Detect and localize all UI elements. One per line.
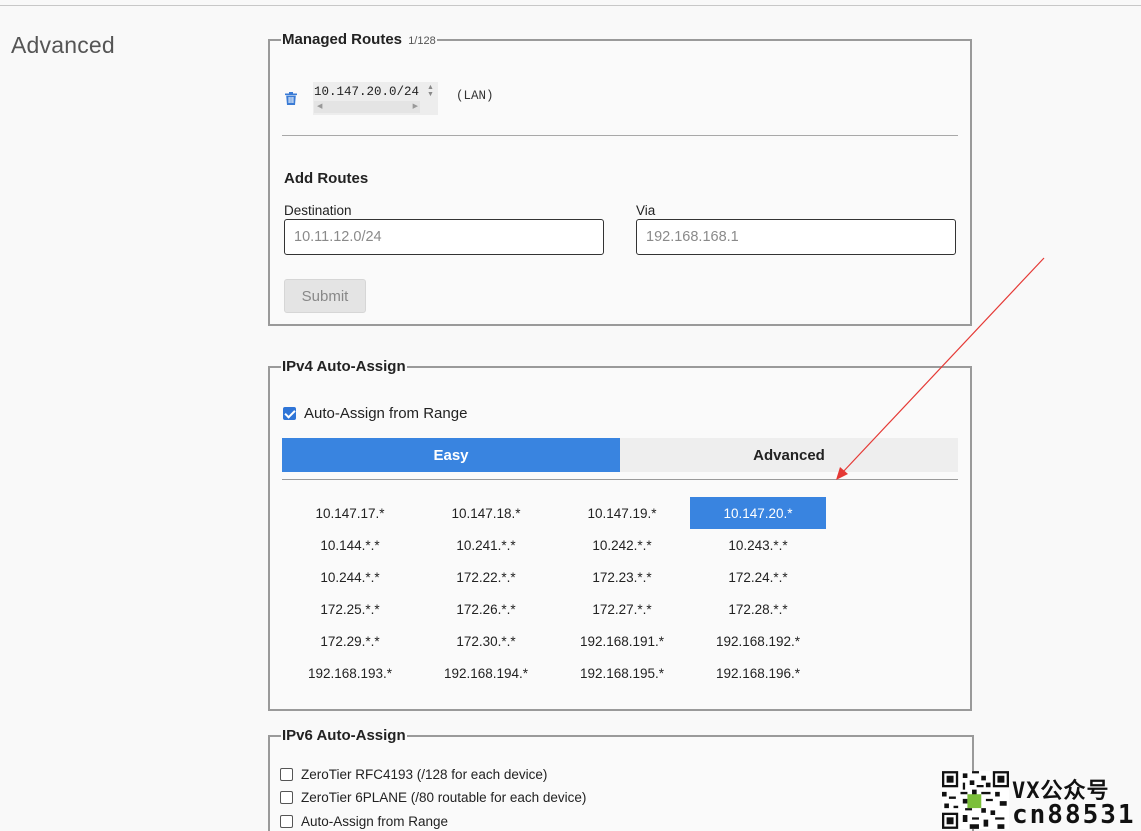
ip-range-option[interactable]: 10.242.*.* bbox=[554, 529, 690, 561]
top-divider bbox=[0, 5, 1141, 6]
ip-range-option[interactable]: 172.29.*.* bbox=[282, 625, 418, 657]
ipv4-auto-assign-label: Auto-Assign from Range bbox=[304, 405, 468, 422]
managed-routes-panel: Managed Routes 1/128 10.147.20.0/24 ▲ ▼ ◀… bbox=[268, 31, 972, 326]
ipv4-auto-assign-option[interactable]: Auto-Assign from Range bbox=[283, 405, 467, 422]
ip-range-option[interactable]: 172.30.*.* bbox=[418, 625, 554, 657]
ip-range-option[interactable]: 192.168.194.* bbox=[418, 657, 554, 689]
via-input[interactable] bbox=[636, 219, 956, 255]
ipv4-auto-assign-panel: IPv4 Auto-Assign Auto-Assign from Range … bbox=[268, 358, 972, 711]
ip-range-option[interactable]: 192.168.192.* bbox=[690, 625, 826, 657]
tab-easy[interactable]: Easy bbox=[282, 438, 620, 472]
qr-code bbox=[942, 771, 1009, 829]
ipv6-legend: IPv6 Auto-Assign bbox=[282, 727, 406, 744]
ip-range-option[interactable]: 172.23.*.* bbox=[554, 561, 690, 593]
ipv6-option-6plane[interactable]: ZeroTier 6PLANE (/80 routable for each d… bbox=[280, 790, 586, 805]
ip-range-option[interactable]: 172.25.*.* bbox=[282, 593, 418, 625]
ip-range-option[interactable]: 10.241.*.* bbox=[418, 529, 554, 561]
submit-button[interactable]: Submit bbox=[284, 279, 366, 313]
ip-range-option[interactable]: 10.244.*.* bbox=[282, 561, 418, 593]
horizontal-scrollbar[interactable]: ◀ ▶ bbox=[314, 101, 420, 113]
ipv6-option-range[interactable]: Auto-Assign from Range bbox=[280, 814, 448, 829]
section-title: Advanced bbox=[11, 32, 115, 58]
route-via: (LAN) bbox=[456, 89, 494, 103]
6plane-checkbox[interactable] bbox=[280, 791, 293, 804]
ip-range-option[interactable]: 192.168.191.* bbox=[554, 625, 690, 657]
ip-range-option[interactable]: 10.147.19.* bbox=[554, 497, 690, 529]
ip-range-option[interactable]: 172.24.*.* bbox=[690, 561, 826, 593]
destination-label: Destination bbox=[284, 203, 352, 218]
tab-advanced[interactable]: Advanced bbox=[620, 438, 958, 472]
tabs-divider bbox=[282, 479, 958, 480]
ip-range-grid: 10.147.17.* 10.147.18.* 10.147.19.* 10.147.… bbox=[282, 497, 826, 689]
destination-input[interactable] bbox=[284, 219, 604, 255]
ipv4-legend: IPv4 Auto-Assign bbox=[282, 358, 406, 375]
ip-range-option[interactable]: 172.27.*.* bbox=[554, 593, 690, 625]
ip-range-option[interactable]: 172.28.*.* bbox=[690, 593, 826, 625]
watermark-line2: cn88531 bbox=[1012, 800, 1136, 830]
watermark: VX公众号 cn88531 bbox=[942, 769, 1141, 831]
ipv4-auto-assign-checkbox[interactable] bbox=[283, 407, 296, 420]
route-target-field[interactable]: 10.147.20.0/24 ▲ ▼ ◀ ▶ bbox=[313, 82, 438, 115]
routes-divider bbox=[282, 135, 958, 136]
ip-range-option[interactable]: 10.144.*.* bbox=[282, 529, 418, 561]
route-count: 1/128 bbox=[408, 35, 436, 47]
add-routes-title: Add Routes bbox=[284, 170, 369, 187]
managed-routes-legend: Managed Routes 1/128 bbox=[281, 31, 437, 48]
ipv6-range-label: Auto-Assign from Range bbox=[301, 814, 449, 829]
route-target: 10.147.20.0/24 bbox=[314, 85, 420, 99]
ipv6-range-checkbox[interactable] bbox=[280, 815, 293, 828]
rfc4193-label: ZeroTier RFC4193 (/128 for each device) bbox=[301, 767, 548, 782]
scroll-left-icon[interactable]: ◀ bbox=[317, 102, 322, 110]
ip-range-option[interactable]: 10.147.17.* bbox=[282, 497, 418, 529]
spinner-icon[interactable]: ▲ ▼ bbox=[426, 84, 435, 99]
route-row: 10.147.20.0/24 ▲ ▼ ◀ ▶ (LAN) bbox=[284, 78, 544, 118]
managed-routes-title: Managed Routes bbox=[282, 31, 403, 48]
6plane-label: ZeroTier 6PLANE (/80 routable for each d… bbox=[301, 790, 587, 805]
ip-range-option[interactable]: 10.147.20.* bbox=[690, 497, 826, 529]
ipv6-auto-assign-panel: IPv6 Auto-Assign ZeroTier RFC4193 (/128 … bbox=[268, 727, 974, 831]
ip-range-option[interactable]: 192.168.195.* bbox=[554, 657, 690, 689]
scroll-right-icon[interactable]: ▶ bbox=[413, 102, 418, 110]
ip-range-option[interactable]: 192.168.196.* bbox=[690, 657, 826, 689]
trash-icon[interactable] bbox=[285, 92, 297, 105]
ip-range-option[interactable]: 192.168.193.* bbox=[282, 657, 418, 689]
assign-mode-tabs: Easy Advanced bbox=[282, 438, 958, 472]
rfc4193-checkbox[interactable] bbox=[280, 768, 293, 781]
ip-range-option[interactable]: 172.26.*.* bbox=[418, 593, 554, 625]
ip-range-option[interactable]: 172.22.*.* bbox=[418, 561, 554, 593]
via-label: Via bbox=[636, 203, 656, 218]
ip-range-option[interactable]: 10.147.18.* bbox=[418, 497, 554, 529]
ip-range-option[interactable]: 10.243.*.* bbox=[690, 529, 826, 561]
ipv6-option-rfc4193[interactable]: ZeroTier RFC4193 (/128 for each device) bbox=[280, 767, 547, 782]
